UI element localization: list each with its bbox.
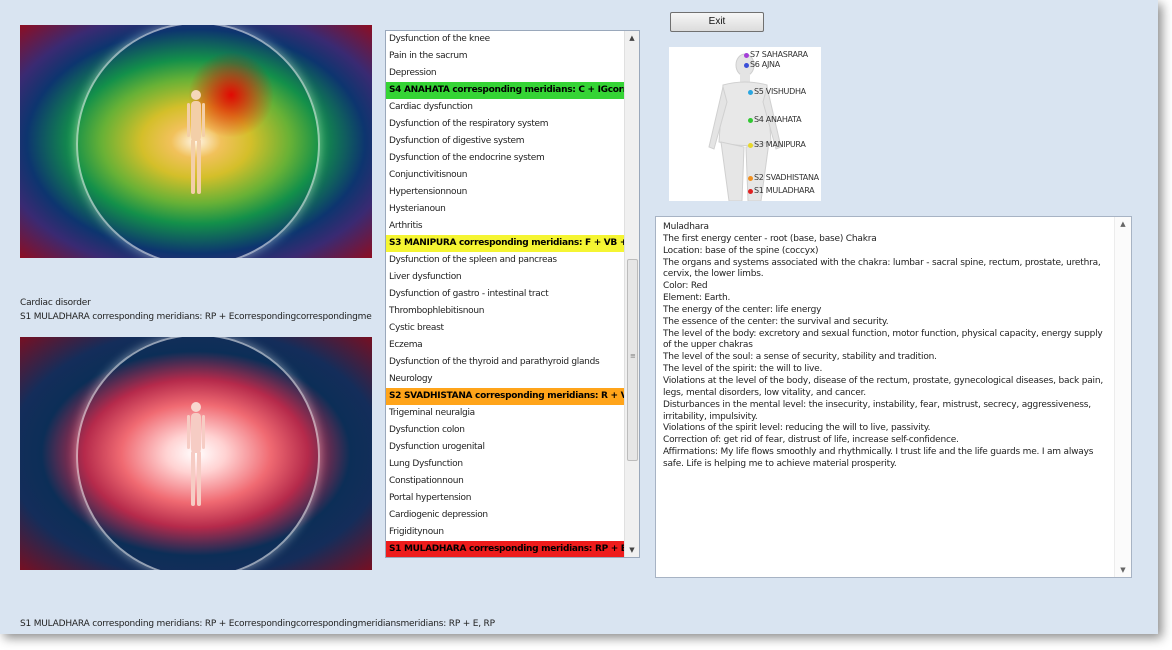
- list-item[interactable]: Depression: [386, 65, 625, 82]
- description-line: The organs and systems associated with t…: [663, 257, 1101, 280]
- list-item[interactable]: Cardiogenic depression: [386, 507, 625, 524]
- textbox-scrollbar[interactable]: ▲ ▼: [1114, 217, 1131, 577]
- aura-image-top: [20, 25, 372, 258]
- list-item[interactable]: Dysfunction of digestive system: [386, 133, 625, 150]
- chakra-dot-icon: [748, 176, 753, 181]
- exit-button[interactable]: Exit: [670, 12, 764, 32]
- chakra-header-item[interactable]: S1 MULADHARA corresponding meridians: RP…: [386, 541, 625, 557]
- list-item[interactable]: Dysfunction of the endocrine system: [386, 150, 625, 167]
- list-item[interactable]: Cardiac dysfunction: [386, 99, 625, 116]
- list-item[interactable]: Dysfunction of the knee: [386, 31, 625, 48]
- list-item[interactable]: Dysfunction of the respiratory system: [386, 116, 625, 133]
- description-line: The first energy center - root (base, ba…: [663, 233, 877, 244]
- scroll-thumb[interactable]: ≡: [627, 259, 638, 461]
- scroll-up-arrow-icon[interactable]: ▲: [1115, 217, 1131, 231]
- description-line: The essence of the center: the survival …: [663, 316, 889, 327]
- disorder-label: Cardiac disorder: [20, 298, 91, 308]
- list-item[interactable]: Lung Dysfunction: [386, 456, 625, 473]
- list-item[interactable]: Portal hypertension: [386, 490, 625, 507]
- status-label: S1 MULADHARA corresponding meridians: RP…: [20, 619, 495, 629]
- list-item[interactable]: Liver dysfunction: [386, 269, 625, 286]
- list-item[interactable]: Neurology: [386, 371, 625, 388]
- list-item[interactable]: Dysfunction of the thyroid and parathyro…: [386, 354, 625, 371]
- description-line: Element: Earth.: [663, 293, 731, 304]
- chakra-label: S3 MANIPURA: [754, 140, 806, 149]
- description-text: Muladhara The first energy center - root …: [663, 222, 1109, 471]
- chakra-label: S5 VISHUDHA: [754, 87, 806, 96]
- description-line: The level of the body: excretory and sex…: [663, 328, 1103, 351]
- list-item[interactable]: Dysfunction colon: [386, 422, 625, 439]
- description-line: Muladhara: [663, 222, 709, 232]
- grip-icon: ≡: [630, 352, 636, 360]
- chakra-dot-icon: [748, 118, 753, 123]
- scroll-down-arrow-icon[interactable]: ▼: [625, 543, 639, 557]
- description-line: Correction of: get rid of fear, distrust…: [663, 435, 959, 446]
- description-line: Violations of the spirit level: reducing…: [663, 423, 931, 434]
- list-item[interactable]: Frigiditynoun: [386, 524, 625, 541]
- list-item[interactable]: Arthritis: [386, 218, 625, 235]
- list-item[interactable]: Conjunctivitisnoun: [386, 167, 625, 184]
- chakra-dot-icon: [744, 53, 749, 58]
- list-item[interactable]: Cystic breast: [386, 320, 625, 337]
- description-line: Affirmations: My life flows smoothly and…: [663, 447, 1094, 469]
- listbox-items: Dysfunction of the knee Pain in the sacru…: [386, 31, 625, 557]
- list-item[interactable]: Eczema: [386, 337, 625, 354]
- list-item[interactable]: Trigeminal neuralgia: [386, 405, 625, 422]
- chakra-dot-icon: [748, 189, 753, 194]
- description-line: Disturbances in the mental level: the in…: [663, 399, 1091, 422]
- list-item[interactable]: Constipationnoun: [386, 473, 625, 490]
- list-item[interactable]: Hypertensionnoun: [386, 184, 625, 201]
- app-window: Cardiac disorder S1 MULADHARA correspond…: [0, 0, 1158, 634]
- description-line: Violations at the level of the body, dis…: [663, 375, 1103, 398]
- human-figure-icon: [187, 89, 205, 194]
- description-line: The level of the soul: a sense of securi…: [663, 352, 937, 363]
- scroll-up-arrow-icon[interactable]: ▲: [625, 31, 639, 45]
- chakra-header-item[interactable]: S3 MANIPURA corresponding meridians: F +…: [386, 235, 625, 252]
- human-figure-icon: [187, 401, 205, 506]
- disorder-listbox[interactable]: Dysfunction of the knee Pain in the sacru…: [385, 30, 640, 558]
- listbox-scrollbar[interactable]: ▲ ≡ ▼: [624, 31, 639, 557]
- list-item[interactable]: Dysfunction of the spleen and pancreas: [386, 252, 625, 269]
- description-line: Color: Red: [663, 281, 708, 292]
- scroll-down-arrow-icon[interactable]: ▼: [1115, 563, 1131, 577]
- list-item[interactable]: Dysfunction of gastro - intestinal tract: [386, 286, 625, 303]
- chakra-body-panel: S7 SAHASRARA S6 AJNA S5 VISHUDHA S4 ANAHATA…: [669, 47, 821, 201]
- description-line: Location: base of the spine (coccyx): [663, 245, 819, 256]
- chakra-header-item[interactable]: S2 SVADHISTANA corresponding meridians: …: [386, 388, 625, 405]
- list-item[interactable]: Hysterianoun: [386, 201, 625, 218]
- chakra-dot-icon: [748, 90, 753, 95]
- list-item[interactable]: Dysfunction urogenital: [386, 439, 625, 456]
- aura-image-bottom: [20, 337, 372, 570]
- chakra-header-item[interactable]: S4 ANAHATA corresponding meridians: C + …: [386, 82, 625, 99]
- list-item[interactable]: Pain in the sacrum: [386, 48, 625, 65]
- chakra-label: S2 SVADHISTANA: [754, 173, 819, 182]
- description-line: The energy of the center: life energy: [663, 304, 822, 315]
- chakra-dot-icon: [744, 63, 749, 68]
- list-item[interactable]: Thrombophlebitisnoun: [386, 303, 625, 320]
- chakra-label: S6 AJNA: [750, 60, 780, 69]
- chakra-label: S4 ANAHATA: [754, 115, 802, 124]
- chakra-description-textbox[interactable]: Muladhara The first energy center - root …: [655, 216, 1132, 578]
- meridian-label: S1 MULADHARA corresponding meridians: RP…: [20, 312, 372, 322]
- description-line: The level of the spirit: the will to liv…: [663, 364, 823, 375]
- chakra-label: S7 SAHASRARA: [750, 50, 808, 59]
- chakra-dot-icon: [748, 143, 753, 148]
- chakra-label: S1 MULADHARA: [754, 186, 815, 195]
